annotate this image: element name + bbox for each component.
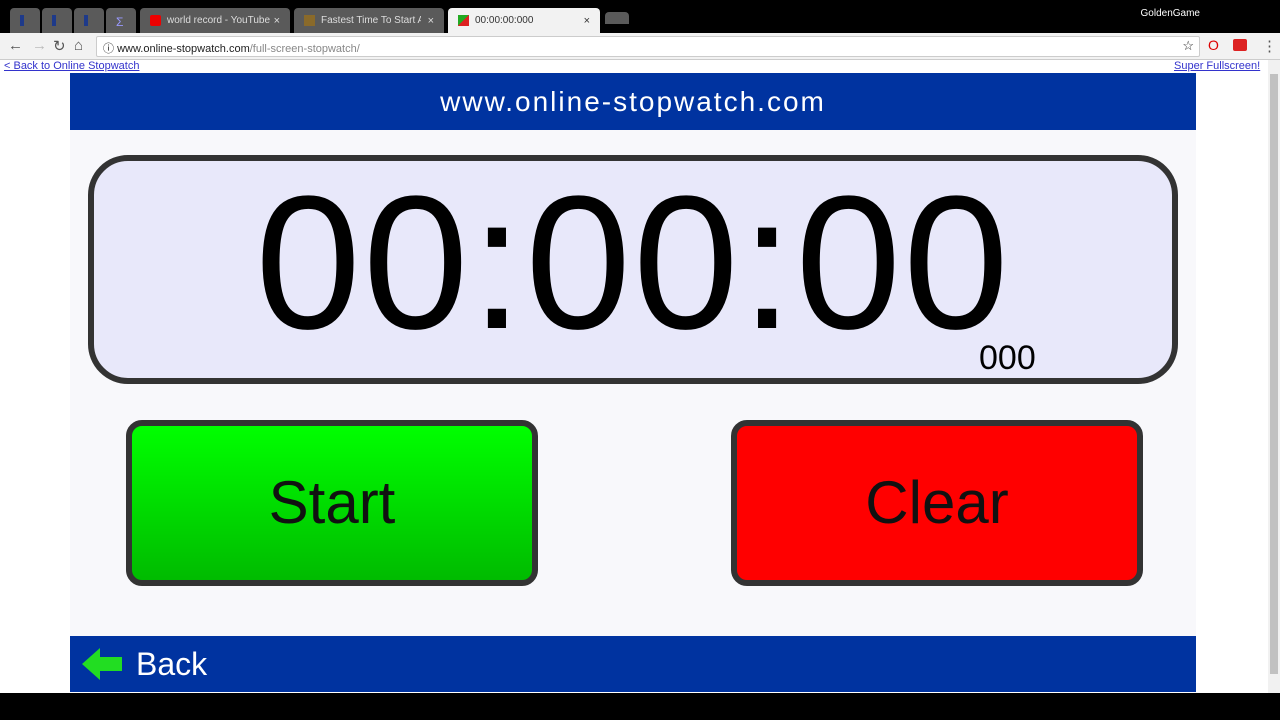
- tab-pinned-2[interactable]: [42, 8, 72, 33]
- super-fullscreen-link[interactable]: Super Fullscreen!: [1174, 60, 1260, 72]
- close-icon[interactable]: ×: [274, 15, 280, 27]
- arrow-left-icon: [82, 648, 122, 680]
- start-button[interactable]: Start: [126, 420, 538, 586]
- profile-name[interactable]: GoldenGame: [1141, 8, 1200, 19]
- back-label: Back: [136, 645, 208, 682]
- tab-label: world record - YouTube: [167, 15, 271, 26]
- menu-icon[interactable]: ⋮: [1262, 37, 1277, 55]
- clear-button[interactable]: Clear: [731, 420, 1143, 586]
- back-icon[interactable]: ←: [8, 37, 23, 54]
- site-header: www.online-stopwatch.com: [70, 73, 1196, 130]
- close-icon[interactable]: ×: [428, 15, 434, 27]
- scrollbar[interactable]: [1268, 60, 1280, 693]
- l-icon: [52, 15, 56, 26]
- opera-extension-icon[interactable]: O: [1208, 37, 1219, 53]
- info-icon[interactable]: ⓘ: [103, 43, 114, 55]
- l-icon: [84, 15, 88, 26]
- milliseconds-readout: 000: [979, 339, 1036, 377]
- url-host: www.online-stopwatch.com: [117, 43, 250, 55]
- time-readout: 00:00:00: [255, 157, 1011, 369]
- time-display: 00:00:00 000: [88, 155, 1178, 384]
- tab-fastest[interactable]: Fastest Time To Start An ×: [294, 8, 444, 33]
- tab-pinned-3[interactable]: [74, 8, 104, 33]
- star-icon[interactable]: ☆: [1182, 38, 1194, 54]
- back-to-online-stopwatch-link[interactable]: < Back to Online Stopwatch: [4, 60, 139, 72]
- stopwatch-icon: [458, 15, 469, 26]
- forward-icon[interactable]: →: [32, 37, 47, 54]
- tab-stopwatch[interactable]: 00:00:00:000 ×: [448, 8, 600, 33]
- tab-strip: Σ world record - YouTube × Fastest Time T…: [0, 0, 1280, 33]
- tab-label: 00:00:00:000: [475, 15, 534, 26]
- tab-pinned-1[interactable]: [10, 8, 40, 33]
- close-icon[interactable]: ×: [584, 15, 590, 27]
- browser-toolbar: ← → ↻ ⌂ ⓘ www.online-stopwatch.com/full-…: [0, 33, 1280, 60]
- address-bar[interactable]: ⓘ www.online-stopwatch.com/full-screen-s…: [96, 36, 1200, 57]
- scrollbar-thumb[interactable]: [1270, 74, 1278, 674]
- web-page: < Back to Online Stopwatch Super Fullscr…: [0, 60, 1280, 693]
- l-icon: [20, 15, 24, 26]
- reload-icon[interactable]: ↻: [53, 37, 66, 55]
- sigma-icon: Σ: [116, 15, 124, 29]
- stopwatch-panel: 00:00:00 000 Start Clear: [70, 130, 1196, 636]
- extension-icon[interactable]: [1233, 39, 1247, 51]
- tab-label: Fastest Time To Start An: [321, 15, 421, 26]
- youtube-icon: [150, 15, 161, 26]
- tab-pinned-4[interactable]: Σ: [106, 8, 136, 33]
- back-button[interactable]: Back: [70, 636, 1196, 692]
- taskbar-strip: [0, 693, 1280, 720]
- url-path: /full-screen-stopwatch/: [249, 43, 360, 55]
- trophy-icon: [304, 15, 315, 26]
- home-icon[interactable]: ⌂: [74, 37, 83, 54]
- new-tab-button[interactable]: [605, 12, 629, 24]
- tab-youtube[interactable]: world record - YouTube ×: [140, 8, 290, 33]
